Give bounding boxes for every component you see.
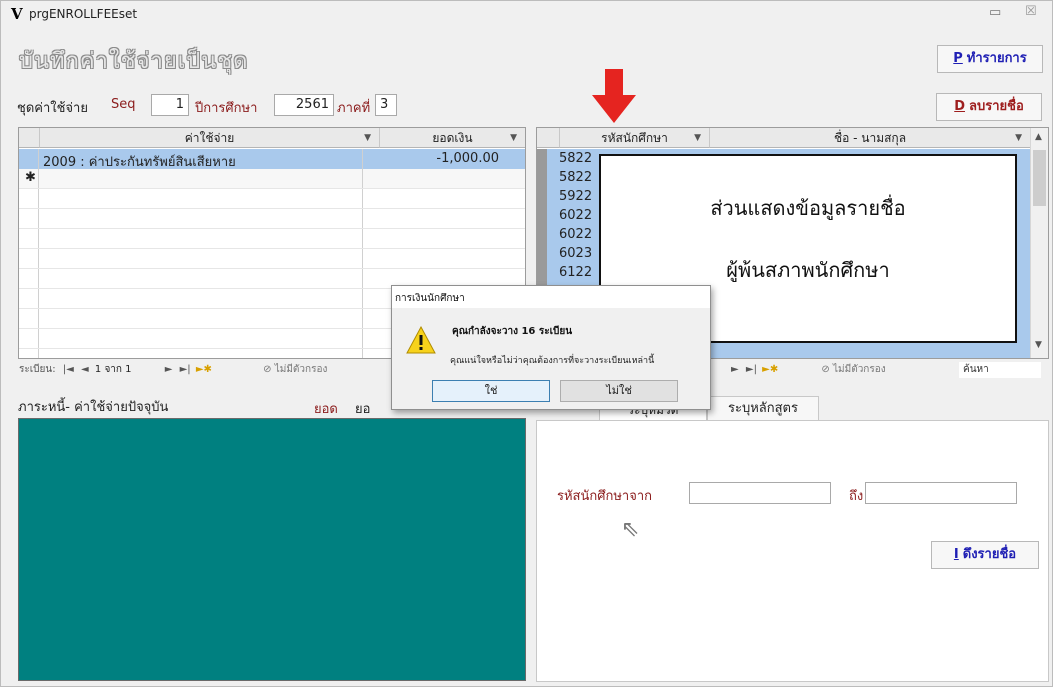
tab-by-curriculum[interactable]: ระบุหลักสูตร: [707, 396, 819, 422]
total-label-2: ยอ: [355, 402, 371, 417]
student-id-cell[interactable]: 5822: [559, 170, 592, 185]
delete-shortcut-key: D: [954, 99, 966, 114]
search-input[interactable]: ค้นหา: [959, 362, 1041, 378]
next-record-icon[interactable]: ►: [731, 364, 739, 375]
student-id-from-field[interactable]: [689, 482, 831, 504]
student-name-column-header[interactable]: ชื่อ - นามสกุล ▼: [709, 128, 1030, 148]
seq-label: Seq: [111, 97, 136, 112]
close-icon[interactable]: ☒: [1025, 4, 1037, 19]
fetch-names-button[interactable]: I ดึงรายชื่อ: [931, 541, 1039, 569]
debt-section-title: ภาระหนี้- ค่าใช้จ่ายปัจจุบัน: [18, 400, 169, 415]
process-button[interactable]: P ทำรายการ: [937, 45, 1043, 73]
row-divider: [19, 208, 525, 209]
yes-button[interactable]: ใช่: [432, 380, 550, 402]
fetch-shortcut-key: I: [953, 547, 959, 562]
fee-grid-selector-header: [19, 128, 39, 148]
student-id-cell[interactable]: 6023: [559, 246, 592, 261]
scrollbar-thumb[interactable]: [1033, 150, 1046, 206]
window-title: prgENROLLFEEset: [29, 7, 138, 21]
sort-dropdown-icon[interactable]: ▼: [364, 128, 371, 148]
amount-column-header[interactable]: ยอดเงิน ▼: [379, 128, 525, 148]
term-label: ภาคที่: [337, 101, 371, 116]
dialog-title: การเงินนักศึกษา: [395, 293, 465, 304]
red-arrow-icon: [592, 69, 636, 123]
sort-dropdown-icon[interactable]: ▼: [1015, 128, 1022, 148]
total-label: ยอด: [314, 402, 338, 417]
process-shortcut-key: P: [953, 51, 963, 66]
student-id-cell[interactable]: 6022: [559, 227, 592, 242]
warning-icon: [406, 326, 436, 354]
callout-line-2: ผู้พ้นสภาพนักศึกษา: [726, 258, 890, 282]
next-record-icon[interactable]: ►: [165, 364, 173, 375]
sort-dropdown-icon[interactable]: ▼: [694, 128, 701, 148]
paste-confirm-dialog: การเงินนักศึกษา คุณกำลังจะวาง 16 ระเบียน…: [391, 285, 711, 410]
student-id-header-label: รหัสนักศึกษา: [601, 131, 668, 145]
row-divider: [19, 228, 525, 229]
process-button-label: ทำรายการ: [966, 51, 1027, 66]
debt-subform: [18, 418, 526, 681]
student-grid-selector-header: [537, 128, 559, 148]
amount-cell[interactable]: -1,000.00: [436, 151, 499, 166]
delete-button-label: ลบรายชื่อ: [969, 99, 1024, 114]
filter-icon[interactable]: ⊘: [821, 364, 829, 375]
vertical-scrollbar[interactable]: ▲ ▼: [1030, 128, 1048, 358]
last-record-icon[interactable]: ►|: [180, 364, 191, 375]
term-field[interactable]: 3: [375, 94, 397, 116]
dialog-message: คุณกำลังจะวาง 16 ระเบียน: [452, 326, 573, 337]
dialog-question: คุณแน่ใจหรือไม่ว่าคุณต้องการที่จะวางระเบ…: [450, 356, 655, 366]
row-divider: [19, 188, 525, 189]
row-divider: [19, 248, 525, 249]
fee-set-label: ชุดค่าใช้จ่าย: [17, 101, 88, 116]
sort-dropdown-icon[interactable]: ▼: [510, 128, 517, 148]
student-id-from-label: รหัสนักศึกษาจาก: [557, 489, 653, 504]
fee-item-header-label: ค่าใช้จ่าย: [184, 131, 235, 145]
no-button[interactable]: ไม่ใช่: [560, 380, 678, 402]
scroll-down-icon[interactable]: ▼: [1035, 340, 1042, 350]
title-bar: V prgENROLLFEEset ▭ ☒: [1, 1, 1052, 27]
app-logo-icon: V: [11, 5, 23, 23]
last-record-icon[interactable]: ►|: [746, 364, 757, 375]
student-id-cell[interactable]: 6122: [559, 265, 592, 280]
first-record-icon[interactable]: |◄: [63, 364, 74, 375]
filter-status[interactable]: ไม่มีตัวกรอง: [833, 364, 886, 375]
new-record-icon[interactable]: ►✱: [196, 364, 212, 375]
record-position[interactable]: 1 จาก 1: [95, 364, 132, 375]
selection-panel: รหัสนักศึกษาจาก ถึง ⇖ I ดึงรายชื่อ: [536, 420, 1049, 682]
row-divider: [19, 268, 525, 269]
student-id-cell[interactable]: 5922: [559, 189, 592, 204]
student-id-to-field[interactable]: [865, 482, 1017, 504]
record-label: ระเบียน:: [19, 364, 56, 375]
minimize-icon[interactable]: ▭: [989, 5, 1001, 20]
student-id-cell[interactable]: 5822: [559, 151, 592, 166]
new-row-marker-icon: ✱: [25, 170, 36, 185]
scroll-up-icon[interactable]: ▲: [1035, 132, 1042, 142]
seq-field[interactable]: 1: [151, 94, 189, 116]
student-id-column-header[interactable]: รหัสนักศึกษา ▼: [559, 128, 709, 148]
student-name-header-label: ชื่อ - นามสกุล: [833, 131, 907, 145]
academic-year-label: ปีการศึกษา: [195, 101, 258, 116]
delete-names-button[interactable]: D ลบรายชื่อ: [936, 93, 1042, 121]
amount-header-label: ยอดเงิน: [432, 131, 473, 145]
page-title: บันทึกค่าใช้จ่ายเป็นชุด: [19, 49, 249, 74]
fee-item-column-header[interactable]: ค่าใช้จ่าย ▼: [39, 128, 379, 148]
filter-icon[interactable]: ⊘: [263, 364, 271, 375]
new-record-icon[interactable]: ►✱: [762, 364, 778, 375]
academic-year-field[interactable]: 2561: [274, 94, 334, 116]
previous-record-icon[interactable]: ◄: [81, 364, 89, 375]
new-row[interactable]: ✱: [19, 169, 525, 188]
mouse-cursor-icon: ⇖: [621, 517, 640, 542]
fetch-button-label: ดึงรายชื่อ: [962, 547, 1017, 562]
student-id-to-label: ถึง: [849, 489, 864, 504]
student-id-cell[interactable]: 6022: [559, 208, 592, 223]
callout-line-1: ส่วนแสดงข้อมูลรายชื่อ: [710, 196, 906, 220]
table-row[interactable]: 2009 : ค่าประกันทรัพย์สินเสียหาย -1,000.…: [19, 149, 525, 170]
filter-status[interactable]: ไม่มีตัวกรอง: [275, 364, 328, 375]
application-window: V prgENROLLFEEset ▭ ☒ บันทึกค่าใช้จ่ายเป…: [0, 0, 1053, 687]
